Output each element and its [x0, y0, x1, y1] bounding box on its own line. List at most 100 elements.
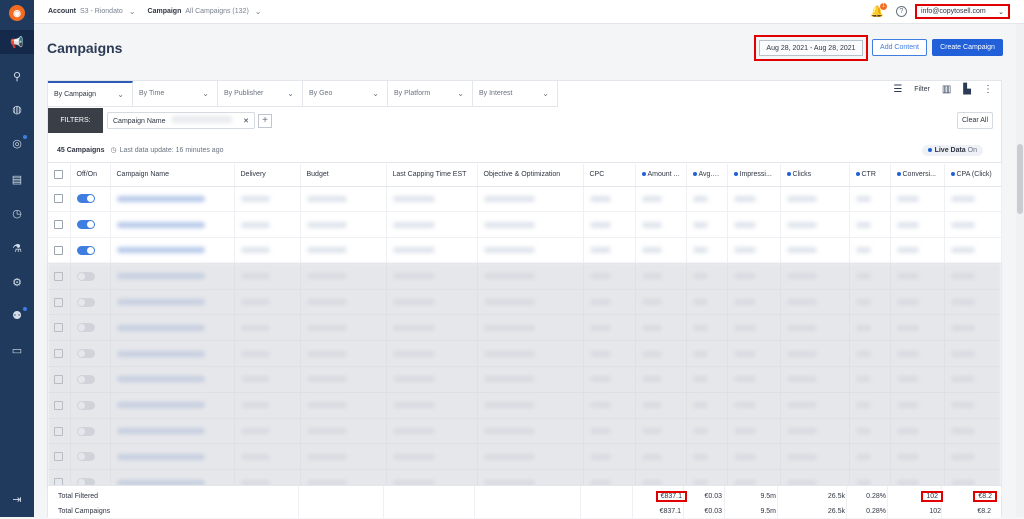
column-header[interactable]: Budget [300, 164, 387, 187]
redacted-value [306, 195, 347, 202]
summary-bar: 45 Campaigns ◷ Last data update: 16 minu… [48, 138, 1001, 163]
table-cell[interactable] [70, 186, 111, 213]
table-cell [849, 237, 891, 264]
account-selector[interactable]: S3 - Riondato [80, 8, 123, 15]
billing-nav-icon[interactable]: ▭ [0, 338, 34, 362]
table-cell [477, 237, 584, 264]
table-row[interactable] [48, 186, 1002, 213]
scrollbar-thumb[interactable] [1017, 144, 1023, 214]
column-header[interactable]: Off/On [70, 164, 111, 187]
redacted-value [483, 195, 535, 202]
columns-icon[interactable]: ▥ [942, 84, 951, 95]
column-header[interactable]: Objective & Optimization [477, 164, 584, 187]
tab-label: By Campaign [54, 91, 97, 98]
table-row[interactable] [48, 211, 1002, 239]
filter-chip[interactable]: Campaign Name ✕ [107, 112, 255, 129]
tab-label: By Publisher [224, 90, 264, 97]
row-checkbox[interactable] [54, 245, 63, 255]
column-header[interactable]: Conversi... [890, 164, 945, 187]
chevron-down-icon: ⌄ [372, 89, 379, 98]
redacted-value [692, 247, 708, 254]
funnel-nav-icon[interactable]: ⚲ [0, 64, 34, 88]
table-cell [386, 237, 478, 264]
create-campaign-button[interactable]: Create Campaign [932, 39, 1003, 56]
bar-chart-icon[interactable]: ▙ [963, 84, 971, 95]
campaign-toggle[interactable] [76, 194, 95, 204]
dashboard-nav-icon[interactable]: ◍ [0, 97, 34, 121]
table-cell[interactable] [70, 237, 111, 264]
column-header[interactable]: Impressi... [727, 164, 781, 187]
tab-by-publisher[interactable]: By Publisher ⌄ [218, 81, 303, 107]
redacted-value [641, 221, 663, 228]
report-tabs: By Campaign ⌄ By Time ⌄ By Publisher ⌄ By G… [48, 81, 558, 107]
total-campaigns-cpa: €8.2 [977, 507, 991, 515]
table-cell[interactable] [48, 237, 71, 264]
date-range-picker[interactable]: Aug 28, 2021 - Aug 28, 2021 [759, 40, 863, 56]
table-tools: ☰ Filter ▥ ▙ ⋮ [893, 84, 993, 95]
column-header-label: Amount ... [647, 171, 680, 179]
clear-all-button[interactable]: Clear All [957, 112, 993, 129]
campaign-toggle[interactable] [76, 220, 95, 230]
tab-by-time[interactable]: By Time ⌄ [133, 81, 218, 107]
table-cell [727, 186, 781, 213]
notification-bell-icon[interactable]: 🔔 1 [870, 2, 887, 19]
table-cell[interactable] [70, 211, 111, 239]
lab-nav-icon[interactable]: ⚗ [0, 236, 34, 260]
total-campaigns-row: Total Campaigns €837.1 €0.03 9.5m 26.5k … [48, 504, 1001, 518]
reports-nav-icon[interactable]: ▤ [0, 167, 34, 191]
tab-by-campaign[interactable]: By Campaign ⌄ [48, 81, 133, 107]
column-header[interactable]: Amount ... [635, 164, 687, 187]
redacted-value [733, 247, 756, 254]
more-vertical-icon[interactable]: ⋮ [983, 84, 993, 95]
tab-by-interest[interactable]: By Interest ⌄ [473, 81, 558, 107]
column-header-label: Impressi... [739, 171, 772, 179]
row-checkbox[interactable] [54, 220, 63, 230]
filter-chip-value-redacted [171, 116, 232, 123]
campaigns-nav-icon[interactable]: 📢 [0, 30, 34, 54]
tab-by-geo[interactable]: By Geo ⌄ [303, 81, 388, 107]
brand-logo-icon[interactable]: ◉ [9, 5, 25, 21]
live-data-toggle[interactable]: Live Data On [921, 145, 983, 156]
column-header[interactable]: Campaign Name [110, 164, 235, 187]
column-header[interactable]: CPA (Click) [944, 164, 1002, 187]
campaign-selector[interactable]: All Campaigns (132) [185, 8, 248, 15]
column-header[interactable]: Last Capping Time EST [386, 164, 478, 187]
row-checkbox[interactable] [54, 194, 63, 204]
sidebar: ◉ 📢 ⚲ ◍ ◎ ▤ ◷ ⚗ ⚙ ⚉ ▭ ⇥ [0, 0, 34, 517]
table-cell[interactable] [48, 211, 71, 239]
target-nav-icon[interactable]: ◎ [0, 131, 34, 155]
chevron-down-icon[interactable]: ⌄ [255, 7, 262, 16]
column-header[interactable]: Delivery [234, 164, 301, 187]
table-cell [780, 186, 850, 213]
add-content-button[interactable]: Add Content [872, 39, 927, 56]
history-nav-icon[interactable]: ◷ [0, 201, 34, 225]
tab-by-platform[interactable]: By Platform ⌄ [388, 81, 473, 107]
settings-nav-icon[interactable]: ⚙ [0, 270, 34, 294]
column-header[interactable]: Avg. C... [686, 164, 728, 187]
redacted-value [855, 221, 871, 228]
logout-nav-icon[interactable]: ⇥ [0, 487, 34, 511]
table-cell [727, 211, 781, 239]
column-header[interactable]: Clicks [780, 164, 850, 187]
table-cell[interactable] [48, 186, 71, 213]
table-cell [635, 186, 687, 213]
filter-lines-icon[interactable]: ☰ [893, 84, 902, 95]
close-icon[interactable]: ✕ [243, 117, 249, 125]
users-nav-icon[interactable]: ⚉ [0, 303, 34, 327]
chevron-down-icon[interactable]: ⌄ [129, 7, 136, 16]
help-icon[interactable]: ? [896, 6, 907, 17]
user-menu[interactable]: info@copytosell.com ⌄ [915, 4, 1010, 19]
campaign-toggle[interactable] [76, 245, 95, 255]
filter-button[interactable]: Filter [914, 86, 930, 93]
chevron-down-icon: ⌄ [202, 89, 209, 98]
add-filter-button[interactable]: + [258, 113, 272, 128]
column-header[interactable]: CPC [583, 164, 636, 187]
table-cell [944, 211, 1002, 239]
column-header[interactable]: CTR [849, 164, 891, 187]
table-row[interactable] [48, 237, 1002, 264]
select-all-checkbox[interactable] [54, 170, 63, 180]
column-header-label: Budget [306, 171, 329, 179]
redacted-value [483, 247, 535, 254]
page-scrollbar[interactable] [1016, 24, 1024, 517]
select-all-header[interactable] [48, 164, 71, 187]
